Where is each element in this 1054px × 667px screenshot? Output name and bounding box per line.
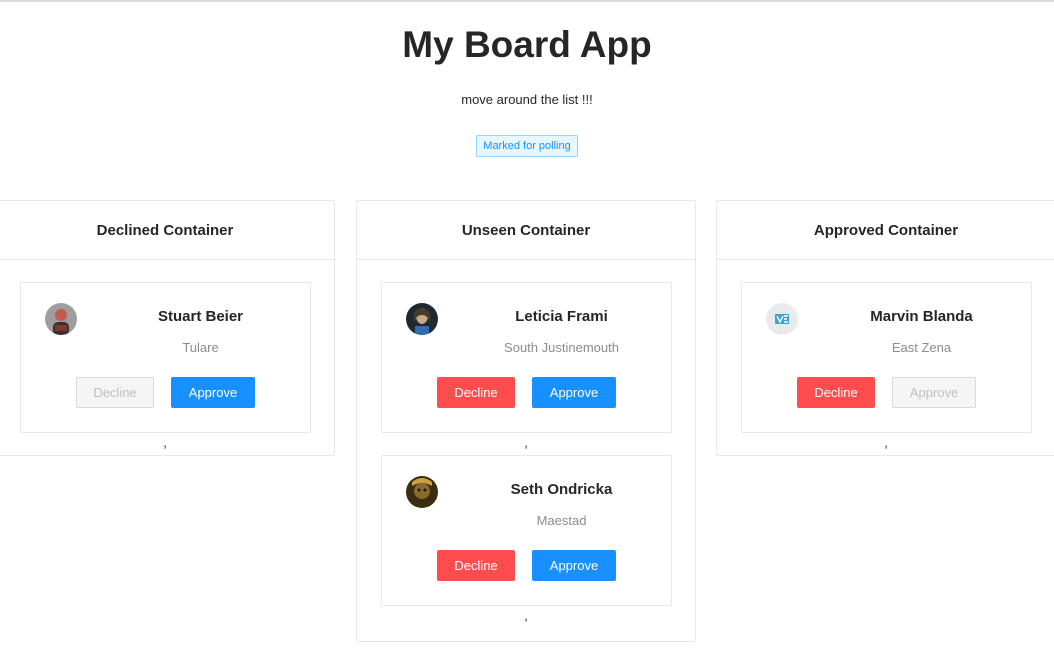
decline-button[interactable]: Decline [797, 377, 875, 408]
column-body: Leticia Frami South Justinemouth Decline… [357, 260, 695, 641]
card-separator: , [884, 435, 888, 450]
approve-button[interactable]: Approve [892, 377, 976, 408]
approve-button[interactable]: Approve [171, 377, 255, 408]
app-subtitle: move around the list !!! [461, 92, 593, 107]
card-actions: Decline Approve [21, 377, 310, 408]
user-card[interactable]: Leticia Frami South Justinemouth Decline… [381, 282, 672, 433]
column-body: Marvin Blanda East Zena Decline Approve … [717, 260, 1054, 455]
column-title: Declined Container [0, 201, 334, 260]
card-name: Leticia Frami [515, 308, 608, 325]
avatar [766, 303, 798, 335]
column-approved[interactable]: Approved Container Marvin Blanda East Ze… [716, 200, 1054, 456]
card-city: Tulare [182, 340, 219, 355]
polling-tag: Marked for polling [476, 135, 578, 157]
top-divider [0, 0, 1054, 2]
column-unseen[interactable]: Unseen Container Leticia Frami South Jus… [356, 200, 696, 642]
approve-button[interactable]: Approve [532, 377, 616, 408]
card-separator: , [163, 435, 167, 450]
card-city: South Justinemouth [504, 340, 619, 355]
tag-wrapper: Marked for polling [0, 135, 1054, 157]
avatar [406, 476, 438, 508]
decline-button[interactable]: Decline [437, 550, 515, 581]
column-body: Stuart Beier Tulare Decline Approve , [0, 260, 334, 455]
app-title: My Board App [402, 24, 652, 65]
card-name: Seth Ondricka [510, 481, 613, 498]
user-card[interactable]: Seth Ondricka Maestad Decline Approve [381, 455, 672, 606]
card-city: East Zena [891, 340, 952, 355]
avatar [406, 303, 438, 335]
avatar [45, 303, 77, 335]
card-name: Stuart Beier [157, 308, 244, 325]
column-declined[interactable]: Declined Container Stuart Beier Tulare D… [0, 200, 335, 456]
card-actions: Decline Approve [382, 550, 671, 581]
card-actions: Decline Approve [382, 377, 671, 408]
card-name: Marvin Blanda [870, 308, 973, 325]
user-card[interactable]: Stuart Beier Tulare Decline Approve [20, 282, 311, 433]
column-title: Approved Container [717, 201, 1054, 260]
approve-button[interactable]: Approve [532, 550, 616, 581]
card-city: Maestad [536, 513, 587, 528]
card-separator: , [524, 608, 528, 623]
decline-button[interactable]: Decline [437, 377, 515, 408]
card-actions: Decline Approve [742, 377, 1031, 408]
decline-button[interactable]: Decline [76, 377, 154, 408]
column-title: Unseen Container [357, 201, 695, 260]
user-card[interactable]: Marvin Blanda East Zena Decline Approve [741, 282, 1032, 433]
card-separator: , [524, 435, 528, 450]
